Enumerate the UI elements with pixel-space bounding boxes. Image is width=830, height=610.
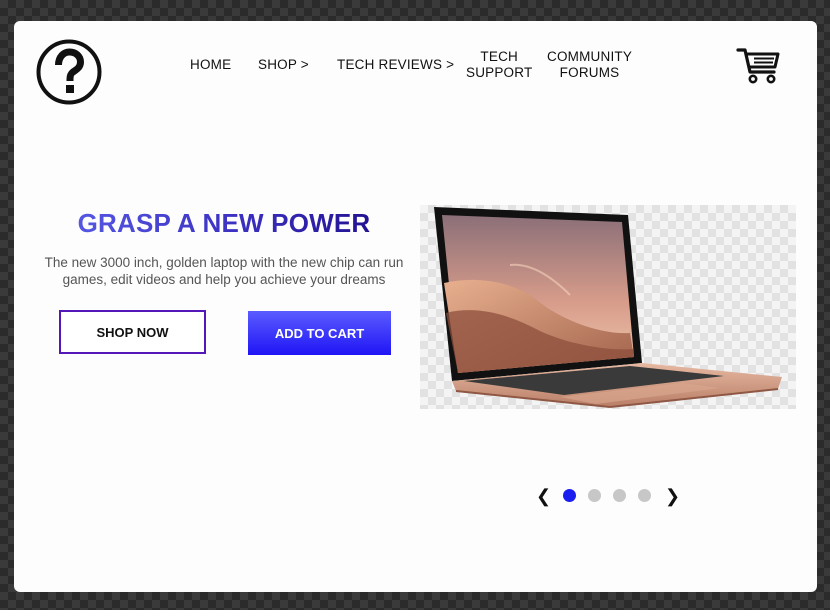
nav-home[interactable]: HOME [190,57,231,73]
nav-tech-support-line2: SUPPORT [466,65,533,80]
nav-tech-support-line1: TECH [480,49,518,64]
carousel-dot-3[interactable] [613,489,626,502]
question-mark-circle-icon[interactable] [36,39,102,105]
hero-image-laptop [420,205,796,409]
nav-community-forums[interactable]: COMMUNITY FORUMS [547,49,632,81]
laptop-illustration [434,207,782,408]
hero-description: The new 3000 inch, golden laptop with th… [44,255,404,287]
hero-headline: GRASP A NEW POWER [44,208,404,239]
nav-community-line2: FORUMS [559,65,620,80]
carousel-dot-4[interactable] [638,489,651,502]
add-to-cart-button[interactable]: ADD TO CART [248,311,391,355]
chevron-right-icon[interactable]: ❯ [665,486,680,506]
nav-shop[interactable]: SHOP > [258,57,309,73]
shop-now-button[interactable]: SHOP NOW [59,310,206,354]
carousel-dot-1[interactable] [563,489,576,502]
nav-tech-support[interactable]: TECH SUPPORT [466,49,532,81]
main-card: HOME SHOP > TECH REVIEWS > TECH SUPPORT … [14,21,817,592]
carousel-dot-2[interactable] [588,489,601,502]
nav-community-line1: COMMUNITY [547,49,633,64]
chevron-left-icon[interactable]: ❮ [536,486,551,506]
shopping-cart-icon[interactable] [736,46,782,86]
nav-tech-reviews[interactable]: TECH REVIEWS > [337,57,454,73]
